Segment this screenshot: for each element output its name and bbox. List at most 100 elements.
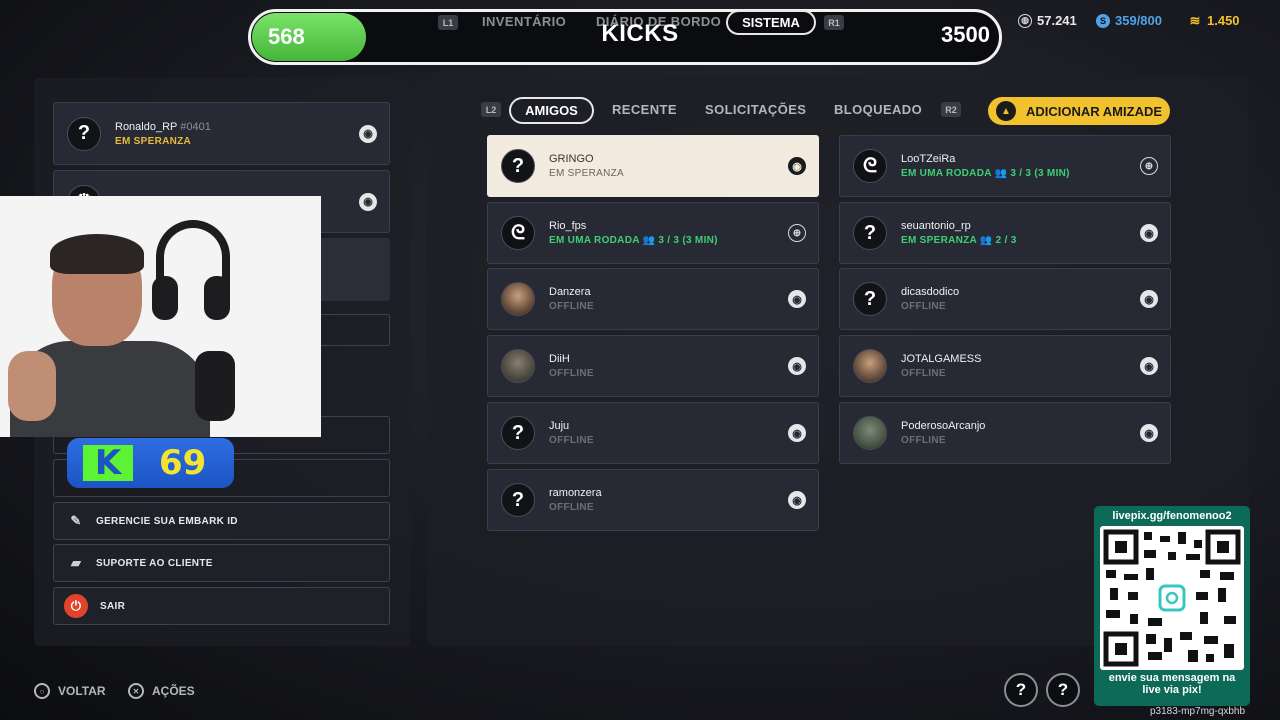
tab-blocked[interactable]: BLOQUEADO	[834, 102, 922, 117]
l1-button-hint: L1	[438, 15, 458, 30]
friend-card[interactable]: PoderosoArcanjo OFFLINE ◉	[839, 402, 1171, 464]
embark-logo-avatar-icon: ᘓ	[853, 149, 887, 183]
r2-button-hint: R2	[941, 102, 961, 117]
tab-system[interactable]: SISTEMA	[726, 10, 816, 35]
friend-name: ramonzera	[549, 487, 602, 499]
unknown-avatar-icon: ?	[501, 416, 535, 450]
party-icon: 👥	[642, 235, 656, 246]
friend-status: EM UMA RODADA	[901, 168, 992, 179]
level-pill: 568	[252, 13, 366, 61]
donation-url: livepix.gg/fenomenoo2	[1112, 510, 1232, 522]
currency-vault: ◍ 57.241	[1018, 13, 1077, 28]
unknown-avatar-icon: ?	[853, 282, 887, 316]
help-button[interactable]: ?	[1046, 673, 1080, 707]
friend-card[interactable]: ᘓ LooTZeiRa EM UMA RODADA 👥 3 / 3 (3 MIN)…	[839, 135, 1171, 197]
webcam-overlay	[0, 196, 321, 437]
help-crown-button[interactable]: ?	[1004, 673, 1038, 707]
chat-icon: ▰	[70, 555, 82, 570]
friend-name: seuantonio_rp	[901, 220, 971, 232]
friend-card[interactable]: ᘓ Rio_fps EM UMA RODADA 👥 3 / 3 (3 MIN) ⊕	[487, 202, 819, 264]
menu-label: SUPORTE AO CLIENTE	[96, 557, 213, 569]
currency-tokens: S 359/800	[1096, 13, 1162, 28]
qr-code	[1100, 526, 1244, 670]
steam-icon: ◉	[1140, 290, 1158, 308]
tab-requests[interactable]: SOLICITAÇÕES	[705, 102, 806, 117]
friend-status: OFFLINE	[549, 502, 594, 513]
tokens-icon: S	[1096, 13, 1110, 28]
steam-icon: ◉	[788, 357, 806, 375]
friend-card[interactable]: ? Juju OFFLINE ◉	[487, 402, 819, 464]
unknown-avatar-icon: ?	[67, 116, 101, 151]
manage-embark-id-button[interactable]: ✎ GERENCIE SUA EMBARK ID	[53, 502, 390, 540]
user-photo-avatar	[853, 349, 887, 383]
party-icon: 👥	[994, 168, 1008, 179]
currency-coins-value: 1.450	[1207, 13, 1240, 28]
profile-status: EM SPERANZA	[115, 135, 192, 147]
donation-qr-overlay: livepix.gg/fenomenoo2 envie sua mensagem…	[1094, 506, 1250, 706]
friend-card[interactable]: DiiH OFFLINE ◉	[487, 335, 819, 397]
steam-icon: ◉	[1140, 224, 1158, 242]
friend-name: Juju	[549, 420, 570, 432]
profile-name: Ronaldo_RP	[115, 120, 178, 133]
exit-button[interactable]: ⏻ SAIR	[53, 587, 390, 625]
steam-icon: ◉	[359, 124, 377, 143]
unknown-avatar-icon: ?	[501, 149, 535, 183]
power-icon: ⏻	[64, 594, 88, 618]
steam-icon: ◉	[788, 157, 806, 175]
page-title: KICKS	[601, 20, 679, 47]
friend-card[interactable]: ? seuantonio_rp EM SPERANZA 👥 2 / 3 ◉	[839, 202, 1171, 264]
currency-tokens-value: 359/800	[1115, 13, 1162, 28]
friend-card[interactable]: ? GRINGO EM SPERANZA ◉	[487, 135, 819, 197]
friend-status: OFFLINE	[901, 301, 946, 312]
friend-party: 3 / 3 (3 MIN)	[1010, 168, 1070, 179]
add-friend-button[interactable]: ▲ ADICIONAR AMIZADE	[988, 97, 1170, 125]
globe-icon: ⊕	[788, 224, 806, 242]
back-label: VOLTAR	[58, 684, 106, 698]
user-photo-avatar	[501, 282, 535, 316]
unknown-avatar-icon: ?	[501, 483, 535, 517]
viewer-count: 69	[159, 443, 207, 483]
friend-status: EM SPERANZA	[549, 168, 624, 179]
tab-recent[interactable]: RECENTE	[612, 102, 677, 117]
vault-icon: ◍	[1018, 13, 1032, 28]
user-photo-avatar	[501, 349, 535, 383]
headset-cup	[204, 276, 230, 320]
kicks-value: 3500	[941, 22, 990, 47]
menu-label: SAIR	[100, 600, 126, 612]
steam-icon: ◉	[1140, 357, 1158, 375]
friend-card[interactable]: JOTALGAMESS OFFLINE ◉	[839, 335, 1171, 397]
profile-card[interactable]: ? Ronaldo_RP #0401 EM SPERANZA ◉	[53, 102, 390, 165]
unknown-avatar-icon: ?	[853, 216, 887, 250]
friend-name: LooTZeiRa	[901, 153, 956, 165]
friend-name: GRINGO	[549, 153, 594, 165]
friend-card[interactable]: ? dicasdodico OFFLINE ◉	[839, 268, 1171, 330]
coins-icon: ≋	[1189, 12, 1201, 28]
streamer-hand	[8, 351, 56, 421]
steam-icon: ◉	[788, 424, 806, 442]
actions-label: AÇÕES	[152, 684, 195, 698]
steam-icon: ◉	[788, 290, 806, 308]
party-icon: 👥	[979, 235, 993, 246]
circle-button-icon: ○	[34, 683, 50, 699]
controller-icon	[195, 351, 235, 421]
friend-status: OFFLINE	[901, 368, 946, 379]
friend-party: 3 / 3 (3 MIN)	[658, 235, 718, 246]
menu-label: GERENCIE SUA EMBARK ID	[96, 515, 238, 527]
friend-status: EM SPERANZA	[901, 235, 977, 246]
streamer-hair	[50, 234, 144, 274]
steam-icon: ◉	[1140, 424, 1158, 442]
tab-friends[interactable]: AMIGOS	[509, 97, 594, 124]
triangle-icon: ▲	[996, 101, 1016, 121]
friend-name: DiiH	[549, 353, 570, 365]
actions-hint[interactable]: ✕ AÇÕES	[128, 683, 195, 699]
embark-logo-avatar-icon: ᘓ	[501, 216, 535, 250]
friend-card[interactable]: ? ramonzera OFFLINE ◉	[487, 469, 819, 531]
donation-caption: envie sua mensagem na live via pix!	[1108, 672, 1236, 696]
headset-cup	[152, 276, 178, 320]
back-hint[interactable]: ○ VOLTAR	[34, 683, 106, 699]
tab-inventory[interactable]: INVENTÁRIO	[482, 14, 566, 29]
friend-card[interactable]: Danzera OFFLINE ◉	[487, 268, 819, 330]
friend-name: dicasdodico	[901, 286, 960, 298]
customer-support-button[interactable]: ▰ SUPORTE AO CLIENTE	[53, 544, 390, 582]
currency-vault-value: 57.241	[1037, 13, 1077, 28]
